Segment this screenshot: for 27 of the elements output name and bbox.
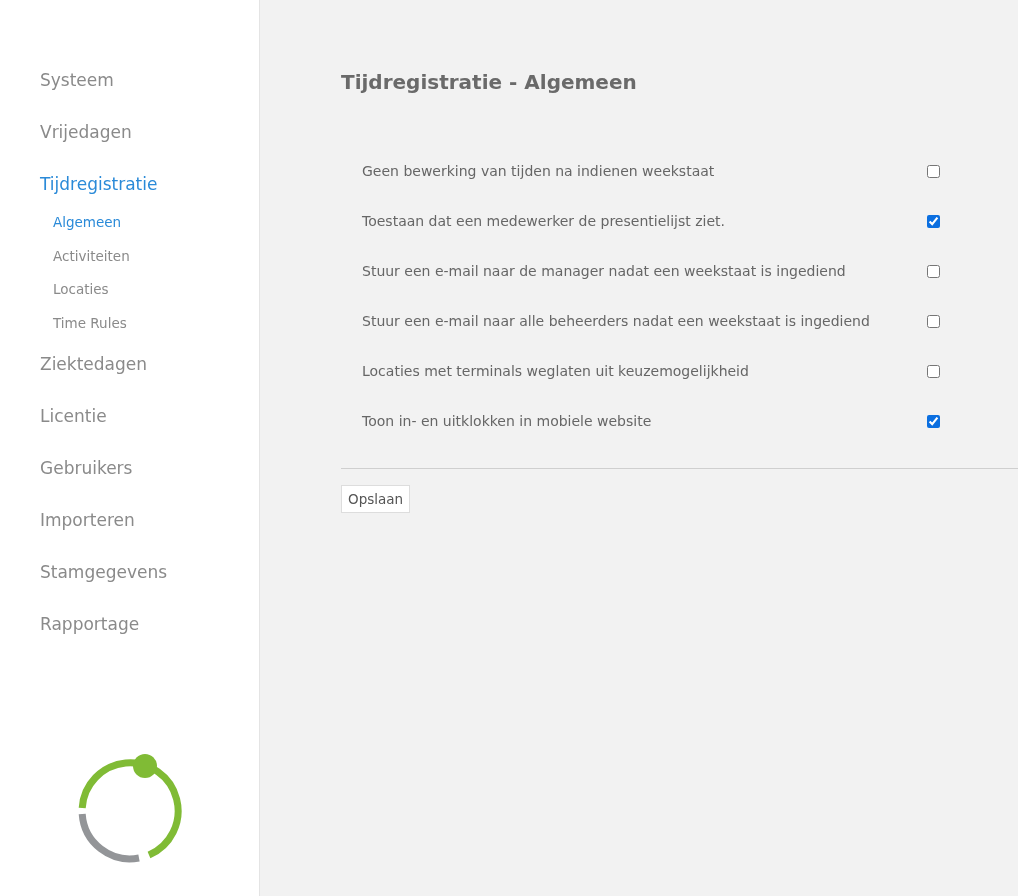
checkbox[interactable] [927,364,940,378]
sidebar-subitem[interactable]: Time Rules [53,312,127,333]
sidebar-item[interactable]: Stamgegevens [40,558,168,586]
sidebar-subitem[interactable]: Algemeen [53,212,122,232]
setting-label: Toon in- en uitklokken in mobiele website [362,413,652,429]
sidebar-item[interactable]: Ziektedagen [40,350,148,378]
checkbox[interactable] [927,264,940,278]
sidebar-item[interactable]: Rapportage [40,610,140,638]
sidebar-item[interactable]: Vrijedagen [40,118,132,146]
checkbox[interactable] [927,164,940,178]
sidebar-subitem[interactable]: Locaties [53,279,109,299]
save-button[interactable]: Opslaan [341,485,411,513]
sidebar-item[interactable]: Tijdregistratie [40,170,158,198]
setting-label: Locaties met terminals weglaten uit keuzemogelijkheid [362,363,749,379]
setting-label: Stuur een e-mail naar de manager nadat een weekstaat is ingediend [362,263,846,279]
page-title: Tijdregistratie - Algemeen [341,70,638,94]
sidebar-item[interactable]: Gebruikers [40,454,133,482]
checkbox[interactable] [927,314,940,328]
sidebar-item[interactable]: Systeem [40,66,114,94]
setting-label: Toestaan dat een medewerker de presentielijst ziet. [362,213,725,229]
sidebar-item[interactable]: Licentie [40,402,107,430]
checkbox[interactable] [927,214,940,228]
sidebar-subitem[interactable]: Activiteiten [53,245,130,266]
setting-label: Stuur een e-mail naar alle beheerders nadat een weekstaat is ingediend [362,313,870,329]
setting-label: Geen bewerking van tijden na indienen weekstaat [362,163,715,179]
checkbox[interactable] [927,414,940,428]
sidebar-item[interactable]: Importeren [40,506,135,534]
